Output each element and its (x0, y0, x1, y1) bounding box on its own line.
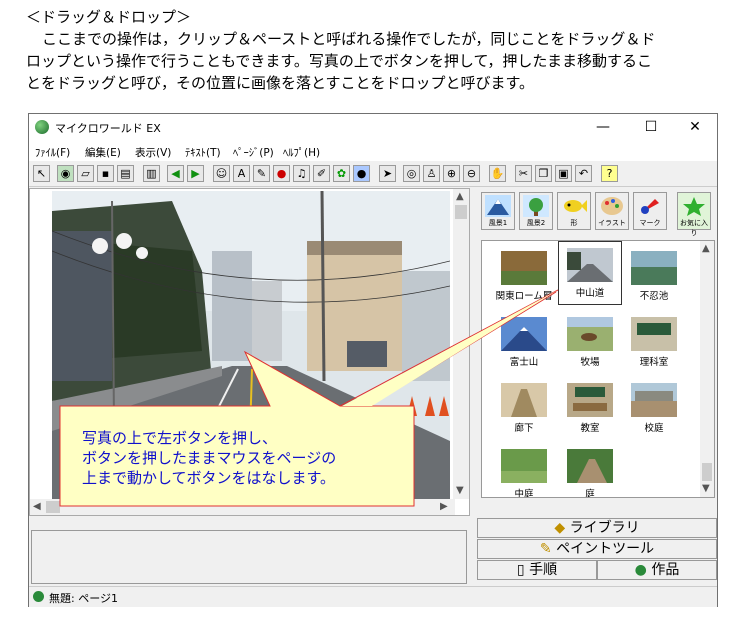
callout-text: 写真の上で左ボタンを押し、 ボタンを押したままマウスをページの 上まで動かしてボ… (82, 428, 402, 488)
callout-line-2: ボタンを押したままマウスをページの (82, 449, 337, 467)
callout-line-1: 写真の上で左ボタンを押し、 (82, 429, 278, 447)
callout-line-3: 上まで動かしてボタンをはなします。 (82, 469, 336, 487)
callout-balloon (59, 289, 559, 507)
